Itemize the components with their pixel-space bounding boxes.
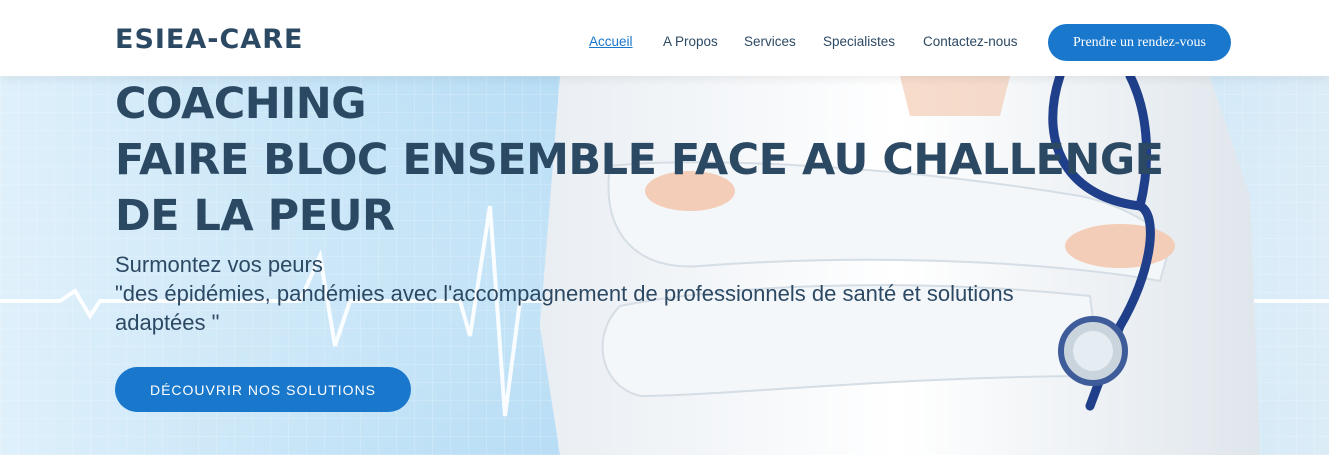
- nav-item-specialistes[interactable]: Specialistes: [823, 34, 895, 49]
- nav-item-services[interactable]: Services: [744, 34, 796, 49]
- hero-subtitle: Surmontez vos peurs "des épidémies, pand…: [115, 250, 1215, 337]
- appointment-button[interactable]: Prendre un rendez-vous: [1048, 24, 1231, 61]
- hero-title-line: COACHING: [115, 79, 367, 129]
- hero-text: COACHING FAIRE BLOC ENSEMBLE FACE AU CHA…: [115, 76, 1215, 337]
- discover-solutions-button[interactable]: DÉCOUVRIR NOS SOLUTIONS: [115, 367, 411, 412]
- hero-subtitle-line: Surmontez vos peurs: [115, 252, 323, 277]
- hero-section: COACHING FAIRE BLOC ENSEMBLE FACE AU CHA…: [0, 76, 1329, 455]
- hero-title-line: FAIRE BLOC ENSEMBLE FACE AU CHALLENGE: [115, 135, 1164, 185]
- hero-title-line: DE LA PEUR: [115, 191, 395, 241]
- nav-item-accueil[interactable]: Accueil: [589, 34, 633, 49]
- hero-subtitle-line: adaptées ": [115, 310, 220, 335]
- site-logo[interactable]: ESIEA-CARE: [115, 24, 303, 55]
- hero-subtitle-line: "des épidémies, pandémies avec l'accompa…: [115, 281, 1014, 306]
- hero-title: COACHING FAIRE BLOC ENSEMBLE FACE AU CHA…: [115, 76, 1215, 244]
- nav-item-contactez-nous[interactable]: Contactez-nous: [923, 34, 1018, 49]
- site-header: ESIEA-CARE Accueil A Propos Services Spe…: [0, 0, 1329, 76]
- nav-item-a-propos[interactable]: A Propos: [663, 34, 718, 49]
